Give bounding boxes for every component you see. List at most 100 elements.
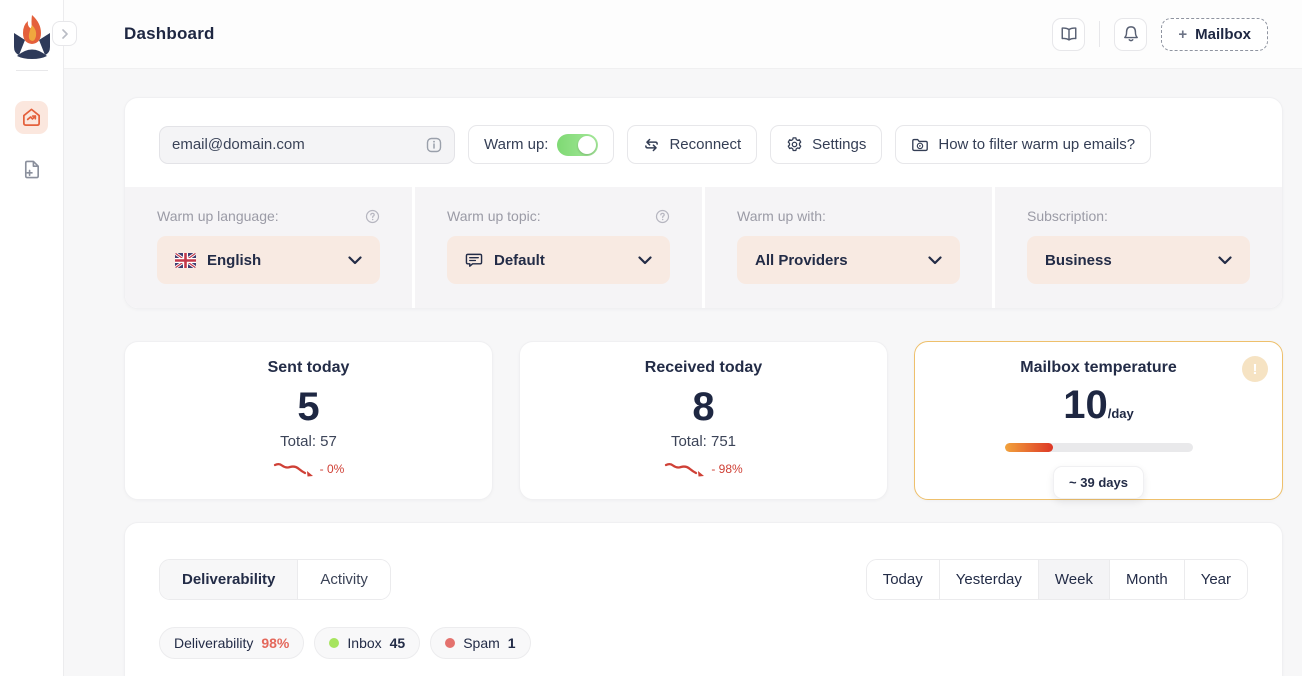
deliverability-badge-value: 98% <box>261 635 289 651</box>
received-title: Received today <box>520 359 887 377</box>
info-icon[interactable] <box>426 137 442 153</box>
plus-icon: + <box>1178 26 1187 43</box>
email-input[interactable] <box>172 136 426 153</box>
received-value: 8 <box>520 385 887 429</box>
warmup-label: Warm up: <box>484 136 548 153</box>
subscription-dropdown[interactable]: Business <box>1027 236 1250 284</box>
email-field-wrap <box>159 126 455 164</box>
docs-button[interactable] <box>1052 18 1085 51</box>
warning-icon[interactable]: ! <box>1242 356 1268 382</box>
warmup-options-row: Warm up language: English <box>125 187 1282 308</box>
sidebar-item-add-file[interactable] <box>15 153 48 186</box>
analytics-tabs: Deliverability Activity <box>159 559 391 600</box>
days-remaining-badge[interactable]: ~ 39 days <box>1053 466 1144 499</box>
header-divider <box>1099 21 1100 47</box>
app-window: Dashboard + Mailbox <box>0 0 1302 676</box>
temperature-progress-bar <box>1005 443 1193 452</box>
add-mailbox-button[interactable]: + Mailbox <box>1161 18 1268 51</box>
bell-icon <box>1123 25 1139 43</box>
language-dropdown[interactable]: English <box>157 236 380 284</box>
provider-dropdown[interactable]: All Providers <box>737 236 960 284</box>
chevron-down-icon <box>1218 256 1232 265</box>
range-yesterday[interactable]: Yesterday <box>939 560 1038 599</box>
subscription-label: Subscription: <box>1027 208 1108 224</box>
uk-flag-icon <box>175 253 196 268</box>
page-title: Dashboard <box>124 24 215 44</box>
warmup-toggle[interactable] <box>557 134 598 156</box>
spam-badge-label: Spam <box>463 635 500 651</box>
topic-label: Warm up topic: <box>447 208 541 224</box>
temperature-unit: /day <box>1108 406 1134 421</box>
book-icon <box>1060 26 1078 42</box>
option-topic: Warm up topic: Default <box>412 187 702 308</box>
language-value: English <box>207 252 261 269</box>
chevron-down-icon <box>638 256 652 265</box>
topic-dropdown[interactable]: Default <box>447 236 670 284</box>
analytics-card: Deliverability Activity Today Yesterday … <box>124 522 1283 676</box>
inbox-badge-value: 45 <box>390 635 406 651</box>
option-subscription: Subscription: Business <box>992 187 1282 308</box>
option-provider: Warm up with: All Providers <box>702 187 992 308</box>
range-week[interactable]: Week <box>1038 560 1109 599</box>
warmup-flame-logo[interactable] <box>11 13 53 59</box>
legend-badges: Deliverability 98% Inbox 45 Spam 1 <box>159 627 1248 659</box>
sent-today-card: Sent today 5 Total: 57 - 0% <box>124 341 493 500</box>
top-header: Dashboard + Mailbox <box>64 0 1302 69</box>
downtrend-sparkline-icon <box>273 460 315 478</box>
mailbox-temperature-card: ! Mailbox temperature 10 /day ~ 39 days <box>914 341 1283 500</box>
sidebar-collapse-button[interactable] <box>52 21 77 46</box>
temperature-value: 10 <box>1063 383 1108 427</box>
warmup-toggle-group: Warm up: <box>468 125 614 164</box>
temperature-title: Mailbox temperature <box>915 359 1282 377</box>
topic-value: Default <box>494 252 545 269</box>
provider-label: Warm up with: <box>737 208 826 224</box>
header-actions: + Mailbox <box>1052 18 1268 51</box>
green-dot-icon <box>329 638 339 648</box>
tab-activity[interactable]: Activity <box>298 560 390 599</box>
chevron-right-icon <box>60 29 70 39</box>
settings-button[interactable]: Settings <box>770 125 882 164</box>
option-language: Warm up language: English <box>125 187 412 308</box>
add-mailbox-label: Mailbox <box>1195 26 1251 43</box>
inbox-badge[interactable]: Inbox 45 <box>314 627 420 659</box>
downtrend-sparkline-icon <box>664 460 706 478</box>
settings-label: Settings <box>812 136 866 153</box>
deliverability-badge[interactable]: Deliverability 98% <box>159 627 304 659</box>
mailbox-toolbar: Warm up: Reconnect Settings <box>125 98 1282 187</box>
filter-help-button[interactable]: How to filter warm up emails? <box>895 125 1151 164</box>
provider-value: All Providers <box>755 252 848 269</box>
reconnect-button[interactable]: Reconnect <box>627 125 757 164</box>
sent-total: Total: 57 <box>125 433 492 450</box>
range-today[interactable]: Today <box>867 560 939 599</box>
filter-help-label: How to filter warm up emails? <box>938 136 1135 153</box>
tab-deliverability[interactable]: Deliverability <box>160 560 298 599</box>
video-folder-icon <box>911 137 929 153</box>
file-plus-icon <box>21 159 42 180</box>
chat-bubble-icon <box>465 252 483 269</box>
subscription-value: Business <box>1045 252 1112 269</box>
sidebar-divider <box>16 70 48 71</box>
sidebar-item-dashboard[interactable] <box>15 101 48 134</box>
received-change: - 98% <box>711 462 742 476</box>
range-month[interactable]: Month <box>1109 560 1184 599</box>
notifications-button[interactable] <box>1114 18 1147 51</box>
sidebar <box>0 0 64 676</box>
received-total: Total: 751 <box>520 433 887 450</box>
language-label: Warm up language: <box>157 208 279 224</box>
help-icon[interactable] <box>365 209 380 224</box>
chevron-down-icon <box>348 256 362 265</box>
sent-change: - 0% <box>320 462 345 476</box>
gear-icon <box>786 136 803 153</box>
home-chart-icon <box>21 107 42 128</box>
inbox-badge-label: Inbox <box>347 635 381 651</box>
chevron-down-icon <box>928 256 942 265</box>
help-icon[interactable] <box>655 209 670 224</box>
spam-badge-value: 1 <box>508 635 516 651</box>
range-year[interactable]: Year <box>1184 560 1247 599</box>
sent-title: Sent today <box>125 359 492 377</box>
main-area: Dashboard + Mailbox <box>64 0 1302 676</box>
mailbox-settings-card: Warm up: Reconnect Settings <box>124 97 1283 309</box>
toggle-knob <box>578 136 596 154</box>
spam-badge[interactable]: Spam 1 <box>430 627 530 659</box>
red-dot-icon <box>445 638 455 648</box>
